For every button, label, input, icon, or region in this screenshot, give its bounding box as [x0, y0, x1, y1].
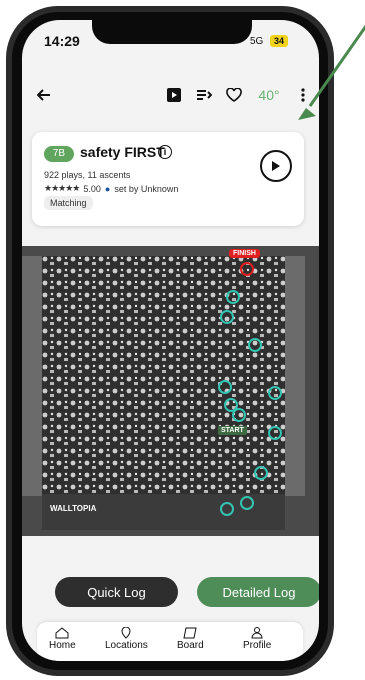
- queue-icon[interactable]: [194, 85, 214, 105]
- route-hold: [220, 502, 234, 516]
- phone-bezel: 14:29 5G 34 40° 7B safety FIRST i 922 pl…: [12, 12, 328, 670]
- rating-row: ★★★★★ 5.00 ● set by Unknown: [44, 183, 178, 194]
- status-network: 5G: [250, 36, 264, 47]
- route-hold: [218, 380, 232, 394]
- holds-texture: [42, 256, 285, 500]
- nav-home[interactable]: Home: [49, 627, 76, 651]
- board-panel: [42, 256, 285, 500]
- video-icon[interactable]: [164, 85, 184, 105]
- route-hold: [232, 408, 246, 422]
- nav-profile-label: Profile: [243, 640, 272, 651]
- back-icon[interactable]: [34, 85, 54, 105]
- climbing-board[interactable]: FINISH START WALLTOPIA: [22, 246, 319, 536]
- info-icon[interactable]: i: [158, 145, 172, 159]
- phone-frame: 14:29 5G 34 40° 7B safety FIRST i 922 pl…: [6, 6, 334, 676]
- bottom-nav: Home Locations Board Profile: [37, 622, 303, 661]
- route-hold: [268, 386, 282, 400]
- route-hold: [220, 310, 234, 324]
- profile-icon: [251, 627, 263, 639]
- board-side-right: [285, 256, 305, 496]
- play-button[interactable]: [260, 150, 292, 182]
- detailed-log-button[interactable]: Detailed Log: [197, 577, 319, 607]
- nav-home-label: Home: [49, 640, 76, 651]
- toolbar: 40°: [22, 80, 319, 110]
- finish-label: FINISH: [229, 249, 260, 258]
- status-time: 14:29: [44, 33, 80, 49]
- setter-label: set by Unknown: [114, 183, 179, 194]
- annotation-arrow: [298, 25, 365, 120]
- route-hold: [254, 466, 268, 480]
- route-hold: [248, 338, 262, 352]
- rating-value: 5.00: [83, 183, 101, 194]
- grade-badge: 7B: [44, 146, 74, 162]
- setter-icon: ●: [104, 183, 111, 194]
- star-rating-icon: ★★★★★: [44, 183, 80, 193]
- route-hold: [240, 496, 254, 510]
- nav-profile[interactable]: Profile: [243, 627, 271, 651]
- start-label: START: [218, 426, 247, 435]
- nav-board-label: Board: [177, 640, 204, 651]
- home-icon: [55, 627, 69, 639]
- board-icon: [183, 627, 197, 639]
- climb-card: 7B safety FIRST i 922 plays, 11 ascents …: [32, 132, 304, 226]
- nav-locations-label: Locations: [105, 640, 148, 651]
- finish-hold: [240, 262, 254, 276]
- temperature-label: 40°: [258, 87, 280, 103]
- app-screen: 14:29 5G 34 40° 7B safety FIRST i 922 pl…: [22, 20, 319, 661]
- wall-logo: WALLTOPIA: [50, 504, 97, 513]
- notch: [92, 20, 252, 44]
- location-icon: [121, 627, 131, 639]
- quick-log-button[interactable]: Quick Log: [55, 577, 178, 607]
- route-hold: [226, 290, 240, 304]
- nav-locations[interactable]: Locations: [105, 627, 148, 651]
- battery-indicator: 34: [270, 35, 288, 47]
- climb-stats: 922 plays, 11 ascents: [44, 170, 131, 180]
- heart-icon[interactable]: [224, 85, 244, 105]
- climb-tag: Matching: [44, 196, 93, 210]
- board-side-left: [22, 256, 42, 496]
- climb-title: safety FIRST: [80, 144, 165, 160]
- route-hold: [268, 426, 282, 440]
- nav-board[interactable]: Board: [177, 627, 204, 651]
